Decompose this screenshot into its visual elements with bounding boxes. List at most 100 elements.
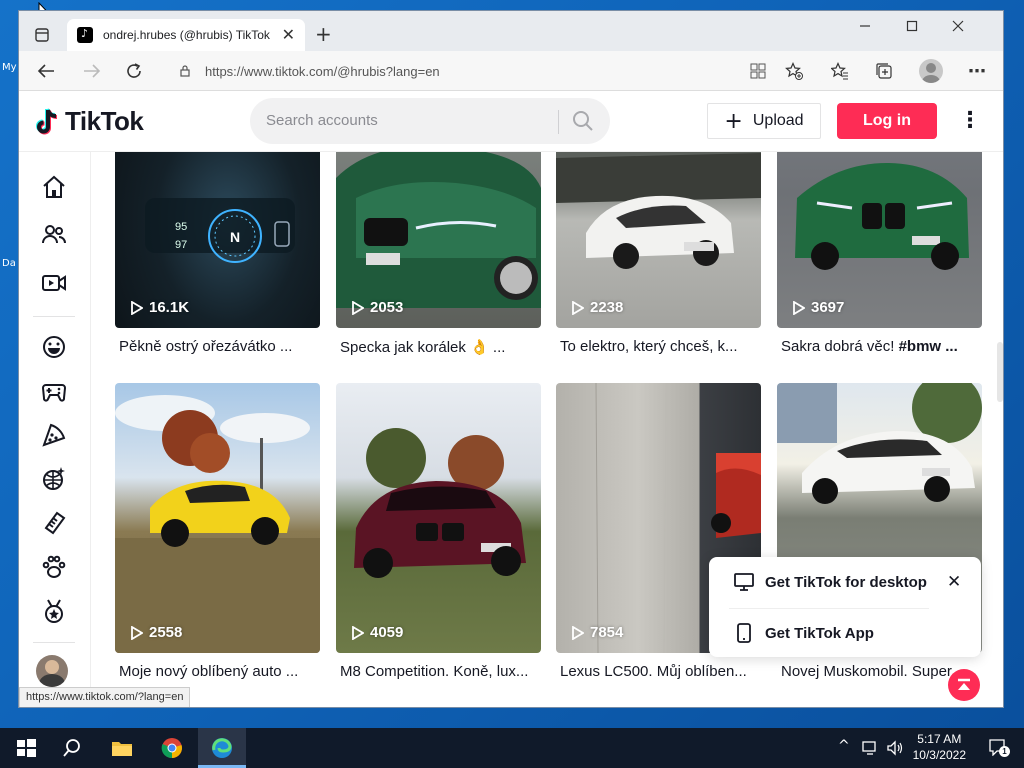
windows-start-icon[interactable]	[14, 736, 38, 760]
maximize-icon	[906, 20, 918, 32]
new-tab-button[interactable]: +	[315, 22, 332, 46]
search-divider	[558, 110, 559, 134]
file-explorer-icon[interactable]	[110, 736, 134, 760]
video-thumbnail[interactable]: 2558	[115, 383, 320, 653]
settings-more-button[interactable]: ⋯	[964, 59, 990, 83]
video-thumbnail[interactable]: 2238	[556, 152, 761, 328]
favorites-button[interactable]	[827, 59, 853, 83]
tab-strip: ondrej.hrubes (@hrubis) TikTok | ✕ +	[19, 11, 1003, 51]
food-icon[interactable]	[41, 422, 67, 448]
video-card[interactable]: 2053 Specka jak korálek 👌 ...	[336, 152, 541, 356]
tab-actions-icon	[35, 28, 49, 42]
login-button[interactable]: Log in	[837, 103, 937, 139]
video-card[interactable]: 3697 Sakra dobrá věc! #bmw ...	[777, 152, 982, 355]
following-icon[interactable]	[41, 222, 67, 248]
tiktok-header: TikTok Search accounts + Upload Log in ⋮	[19, 92, 1003, 152]
home-icon[interactable]	[41, 174, 67, 200]
video-thumbnail[interactable]: 3697	[777, 152, 982, 328]
browser-toolbar: https://www.tiktok.com/@hrubis?lang=en ⋯	[19, 51, 1003, 91]
search-icon[interactable]	[60, 736, 84, 760]
tab-actions-button[interactable]	[27, 22, 57, 48]
live-icon[interactable]	[41, 270, 67, 296]
play-icon	[572, 300, 584, 315]
add-favorite-button[interactable]	[781, 59, 807, 83]
play-icon	[793, 300, 805, 315]
tab-title: ondrej.hrubes (@hrubis) TikTok |	[103, 28, 273, 42]
video-card[interactable]: 2558 Moje nový oblíbený auto ...	[115, 383, 320, 680]
play-icon	[352, 625, 364, 640]
view-count: 4059	[352, 624, 403, 641]
red-bmw-graphic	[354, 428, 526, 578]
tiktok-logo-icon	[36, 107, 58, 134]
sports-icon[interactable]	[41, 466, 67, 492]
collections-button[interactable]	[871, 59, 897, 83]
minimize-icon	[860, 25, 870, 27]
search-input[interactable]: Search accounts	[266, 112, 378, 129]
video-caption[interactable]: Lexus LC500. Můj oblíben...	[556, 663, 756, 680]
video-caption[interactable]: Sakra dobrá věc! #bmw ...	[777, 338, 977, 355]
video-caption[interactable]: To elektro, který chceš, k...	[556, 338, 756, 355]
tiktok-logo[interactable]: TikTok	[35, 106, 144, 137]
address-bar[interactable]: https://www.tiktok.com/@hrubis?lang=en	[165, 56, 825, 86]
video-caption[interactable]: Novej Muskomobil. Super...	[777, 663, 977, 680]
video-thumbnail[interactable]: 2053	[336, 152, 541, 328]
desktop-icon-label[interactable]: Da	[2, 258, 16, 269]
chrome-icon[interactable]	[160, 736, 184, 760]
monitor-icon	[734, 573, 754, 591]
video-thumbnail[interactable]: N 95 97 16.1K	[115, 152, 320, 328]
video-card[interactable]: N 95 97 16.1K Pěkně ostrý ořezávátko ...	[115, 152, 320, 355]
phone-icon	[737, 623, 751, 643]
close-popup-icon[interactable]: ✕	[947, 572, 961, 592]
video-card[interactable]: 4059 M8 Competition. Koně, lux...	[336, 383, 541, 680]
lock-icon[interactable]	[179, 65, 191, 77]
network-icon[interactable]	[862, 740, 880, 756]
video-caption[interactable]: Pěkně ostrý ořezávátko ...	[115, 338, 315, 355]
upload-button[interactable]: + Upload	[707, 103, 821, 139]
browser-window: ondrej.hrubes (@hrubis) TikTok | ✕ + htt…	[18, 10, 1004, 708]
url-text[interactable]: https://www.tiktok.com/@hrubis?lang=en	[205, 64, 440, 79]
achievements-icon[interactable]	[41, 598, 67, 624]
scrollbar-thumb[interactable]	[997, 342, 1003, 402]
get-app-link[interactable]: Get TikTok App	[733, 622, 874, 644]
clock-time: 5:17 AM	[917, 732, 962, 746]
chevron-up-icon[interactable]: ^	[838, 738, 850, 754]
animals-icon[interactable]	[41, 554, 67, 580]
get-app-popup: Get TikTok for desktop ✕ Get TikTok App	[709, 557, 981, 657]
back-button[interactable]	[33, 59, 59, 83]
comedy-icon[interactable]	[41, 334, 67, 360]
minimize-button[interactable]	[842, 11, 888, 41]
gaming-icon[interactable]	[41, 378, 67, 404]
close-window-button[interactable]	[935, 11, 981, 41]
app-available-button[interactable]	[745, 59, 771, 83]
scroll-to-top-button[interactable]	[948, 669, 980, 701]
play-icon	[352, 300, 364, 315]
browser-tab[interactable]: ondrej.hrubes (@hrubis) TikTok | ✕	[67, 19, 305, 51]
video-caption[interactable]: M8 Competition. Koně, lux...	[336, 663, 536, 680]
play-icon	[131, 625, 143, 640]
more-menu-icon[interactable]: ⋮	[959, 108, 981, 133]
search-icon[interactable]	[572, 110, 594, 132]
refresh-button[interactable]	[121, 59, 147, 83]
video-caption[interactable]: Specka jak korálek 👌 ...	[336, 338, 536, 356]
taskbar: ^ 5:17 AM 10/3/2022 1	[0, 728, 1024, 768]
beauty-icon[interactable]	[41, 510, 67, 536]
user-avatar[interactable]	[36, 655, 68, 687]
get-desktop-link[interactable]: Get TikTok for desktop	[733, 571, 927, 593]
apps-icon	[750, 63, 766, 79]
forward-button[interactable]	[79, 59, 105, 83]
maximize-button[interactable]	[889, 11, 935, 41]
plus-icon: +	[724, 108, 743, 134]
video-caption[interactable]: Moje nový oblíbený auto ...	[115, 663, 315, 680]
video-thumbnail[interactable]: 4059	[336, 383, 541, 653]
search-box[interactable]: Search accounts	[250, 98, 610, 144]
profile-avatar[interactable]	[919, 59, 943, 83]
sidebar	[19, 152, 91, 707]
view-count: 3697	[793, 299, 844, 316]
close-tab-icon[interactable]: ✕	[282, 25, 295, 44]
desktop-icon-label[interactable]: My	[2, 62, 17, 73]
volume-icon[interactable]	[886, 740, 904, 756]
system-clock[interactable]: 5:17 AM 10/3/2022	[913, 731, 966, 763]
play-icon	[572, 625, 584, 640]
edge-icon[interactable]	[210, 736, 234, 760]
video-card[interactable]: 2238 To elektro, který chceš, k...	[556, 152, 761, 355]
